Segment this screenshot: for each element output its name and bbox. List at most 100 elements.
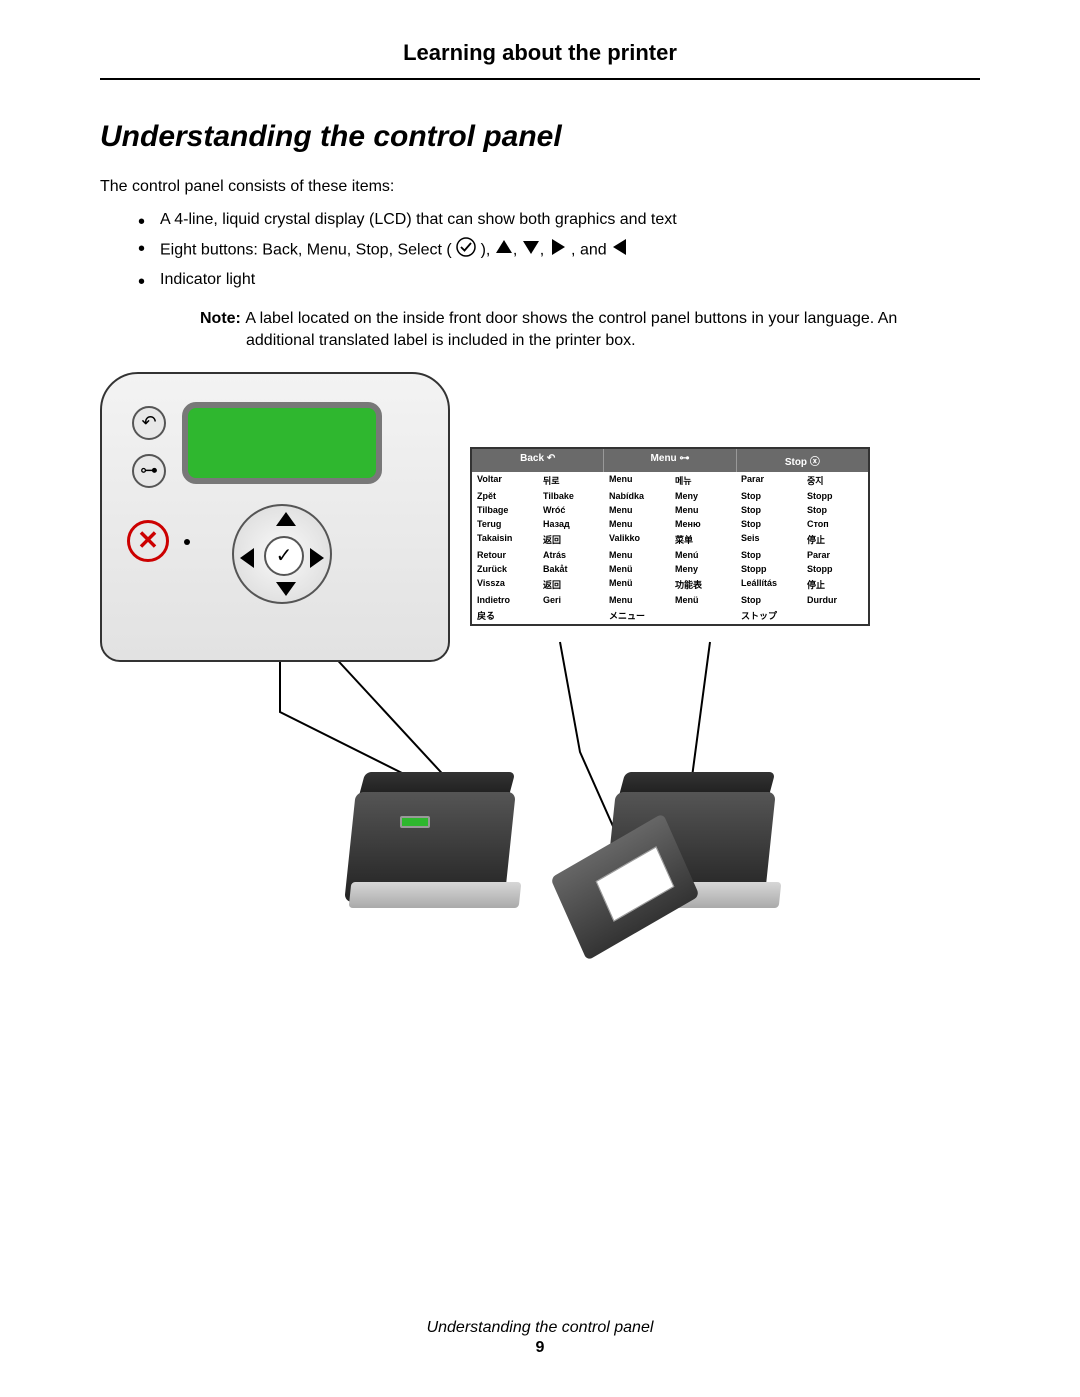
lang-cell: Zpět (472, 489, 538, 503)
lang-header-stop: Stop ⓧ (737, 449, 868, 472)
printer-lcd-icon (400, 816, 430, 828)
intro-text: The control panel consists of these item… (100, 178, 980, 196)
lang-cell: Menu (604, 517, 670, 531)
section-title: Understanding the control panel (100, 120, 980, 154)
note-block: Note: A label located on the inside fron… (200, 308, 960, 351)
lang-rows: Voltar뒤로Menu메뉴Parar중지ZpětTilbakeNabídkaM… (472, 472, 868, 624)
indicator-light (184, 539, 190, 545)
lang-header-menu: Menu ⊶ (604, 449, 736, 472)
lang-cell: Bakåt (538, 562, 604, 576)
control-panel-diagram: ↶ ⊶ ✕ ✓ (100, 372, 450, 662)
buttons-text-m3: , (540, 241, 549, 258)
lang-cell: Stop (736, 503, 802, 517)
note-text: A label located on the inside front door… (245, 310, 897, 349)
lang-header-back: Back ↶ (472, 449, 604, 472)
back-icon: ↶ (547, 453, 555, 464)
printer-open-diagram (590, 772, 790, 922)
lang-cell: ストップ (736, 607, 802, 624)
lang-cell: Meny (670, 489, 736, 503)
lang-cell: Menú (670, 548, 736, 562)
page-footer: Understanding the control panel 9 (0, 1319, 1080, 1357)
chapter-underline (100, 78, 980, 80)
lang-cell (538, 607, 604, 624)
lang-cell: 返回 (538, 576, 604, 593)
lang-cell: Stop (802, 503, 868, 517)
list-item: Indicator light (160, 270, 980, 291)
menu-button-icon: ⊶ (132, 454, 166, 488)
lang-cell: 戻る (472, 607, 538, 624)
arrow-up-icon (276, 512, 296, 526)
lang-cell: Parar (736, 472, 802, 489)
language-label-table: Back ↶ Menu ⊶ Stop ⓧ Voltar뒤로Menu메뉴Parar… (470, 447, 870, 626)
page-number: 9 (0, 1339, 1080, 1357)
figure-area: ↶ ⊶ ✕ ✓ Back ↶ Menu ⊶ Stop ⓧ Voltar뒤로Men… (100, 372, 980, 1112)
buttons-text-pre: Eight buttons: Back, Menu, Stop, Select … (160, 241, 456, 258)
lang-cell: Menü (670, 593, 736, 607)
arrow-right-icon (310, 548, 324, 568)
lang-cell: Stop (736, 517, 802, 531)
lang-cell: Menu (604, 548, 670, 562)
lang-cell: 停止 (802, 576, 868, 593)
lang-cell: Menü (604, 562, 670, 576)
lcd-screen (182, 402, 382, 484)
lang-cell: Atrás (538, 548, 604, 562)
lang-cell: Stop (736, 489, 802, 503)
lang-cell: 停止 (802, 531, 868, 548)
menu-icon: ⊶ (679, 453, 689, 464)
buttons-text-m2: , (513, 241, 522, 258)
list-item: A 4-line, liquid crystal display (LCD) t… (160, 210, 980, 231)
lang-cell: Tilbake (538, 489, 604, 503)
arrow-left-icon (611, 238, 629, 263)
lang-cell: Tilbage (472, 503, 538, 517)
lang-cell: Menu (670, 503, 736, 517)
lang-cell: Wróć (538, 503, 604, 517)
buttons-text-m4: , and (567, 241, 611, 258)
lang-cell: Zurück (472, 562, 538, 576)
lang-cell: 菜单 (670, 531, 736, 548)
lang-cell: Menu (604, 593, 670, 607)
lang-cell: Seis (736, 531, 802, 548)
chapter-title: Learning about the printer (100, 40, 980, 66)
lang-cell: Stopp (736, 562, 802, 576)
lang-cell: Vissza (472, 576, 538, 593)
lang-cell: Takaisin (472, 531, 538, 548)
lang-cell: Menu (604, 472, 670, 489)
lang-cell: Valikko (604, 531, 670, 548)
lang-cell: 返回 (538, 531, 604, 548)
bullet-list: A 4-line, liquid crystal display (LCD) t… (100, 210, 980, 290)
lang-cell: 중지 (802, 472, 868, 489)
lang-cell: Назад (538, 517, 604, 531)
arrow-left-icon (240, 548, 254, 568)
lang-cell: 功能表 (670, 576, 736, 593)
dpad: ✓ (232, 504, 332, 604)
select-button-icon: ✓ (264, 536, 304, 576)
lang-cell: Terug (472, 517, 538, 531)
lang-cell: Indietro (472, 593, 538, 607)
lang-cell: Leállítás (736, 576, 802, 593)
lang-cell: Voltar (472, 472, 538, 489)
lang-cell: Parar (802, 548, 868, 562)
lang-cell: Geri (538, 593, 604, 607)
select-icon (456, 237, 476, 264)
lang-cell: Durdur (802, 593, 868, 607)
buttons-text-m1: ), (476, 241, 495, 258)
lang-cell: Meny (670, 562, 736, 576)
lang-cell: Stopp (802, 489, 868, 503)
lang-cell: 뒤로 (538, 472, 604, 489)
arrow-down-icon (276, 582, 296, 596)
back-button-icon: ↶ (132, 406, 166, 440)
printer-closed-diagram (330, 772, 530, 922)
lang-cell: Retour (472, 548, 538, 562)
footer-title: Understanding the control panel (427, 1319, 654, 1336)
lang-cell: Menü (604, 576, 670, 593)
note-label: Note: (200, 310, 245, 327)
lang-cell: Menu (604, 503, 670, 517)
lang-cell: Stopp (802, 562, 868, 576)
lang-cell: Stop (736, 593, 802, 607)
arrow-down-icon (522, 238, 540, 263)
lang-cell: Меню (670, 517, 736, 531)
arrow-up-icon (495, 238, 513, 263)
list-item: Eight buttons: Back, Menu, Stop, Select … (160, 237, 980, 264)
lang-cell: Стоп (802, 517, 868, 531)
lang-cell (670, 607, 736, 624)
